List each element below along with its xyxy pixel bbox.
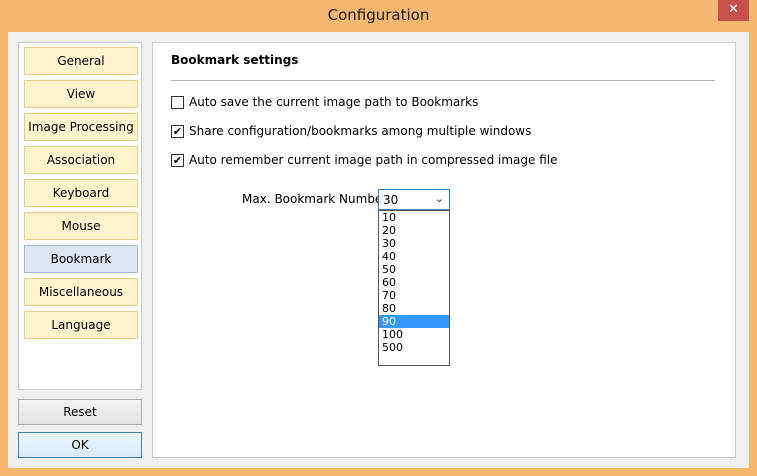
auto-save-checkbox[interactable] xyxy=(171,95,184,109)
dropdown-option[interactable]: 500 xyxy=(379,341,449,354)
nav-item-keyboard[interactable]: Keyboard xyxy=(24,179,138,207)
option-share-config-row[interactable]: ✔ Share configuration/bookmarks among mu… xyxy=(171,123,531,139)
nav-item-miscellaneous[interactable]: Miscellaneous xyxy=(24,278,138,306)
bookmark-settings-panel: Bookmark settings Auto save the current … xyxy=(152,42,736,458)
dropdown-option[interactable]: 70 xyxy=(379,289,449,302)
auto-save-label: Auto save the current image path to Book… xyxy=(189,95,479,109)
dropdown-option[interactable]: 90 xyxy=(379,315,449,328)
nav-item-language[interactable]: Language xyxy=(24,311,138,339)
nav-item-view[interactable]: View xyxy=(24,80,138,108)
chevron-down-icon[interactable]: ⌄ xyxy=(435,192,444,205)
auto-remember-checkbox[interactable]: ✔ xyxy=(171,153,184,167)
max-bookmark-value: 30 xyxy=(383,193,399,207)
option-auto-remember-row[interactable]: ✔ Auto remember current image path in co… xyxy=(171,152,557,168)
window-title: Configuration xyxy=(327,6,430,24)
section-title: Bookmark settings xyxy=(171,53,299,67)
dropdown-option[interactable]: 60 xyxy=(379,276,449,289)
dropdown-option[interactable]: 10 xyxy=(379,211,449,224)
nav-item-general[interactable]: General xyxy=(24,47,138,75)
nav-item-bookmark[interactable]: Bookmark xyxy=(24,245,138,273)
nav-item-mouse[interactable]: Mouse xyxy=(24,212,138,240)
max-bookmark-label: Max. Bookmark Number: xyxy=(242,192,392,206)
category-nav: General View Image Processing Associatio… xyxy=(18,42,142,390)
dropdown-option[interactable]: 40 xyxy=(379,250,449,263)
dropdown-option[interactable]: 80 xyxy=(379,302,449,315)
reset-button[interactable]: Reset xyxy=(18,399,142,425)
dropdown-option[interactable]: 50 xyxy=(379,263,449,276)
client-area: General View Image Processing Associatio… xyxy=(8,32,749,468)
ok-button[interactable]: OK xyxy=(18,432,142,458)
max-bookmark-dropdown[interactable]: 10 20 30 40 50 60 70 80 90 100 500 xyxy=(378,210,450,366)
option-auto-save-row[interactable]: Auto save the current image path to Book… xyxy=(171,94,478,110)
nav-item-association[interactable]: Association xyxy=(24,146,138,174)
configuration-window: Configuration ✕ General View Image Proce… xyxy=(0,0,757,476)
share-config-label: Share configuration/bookmarks among mult… xyxy=(189,124,532,138)
nav-item-image-processing[interactable]: Image Processing xyxy=(24,113,138,141)
title-bar[interactable]: Configuration ✕ xyxy=(0,0,757,32)
separator xyxy=(171,80,715,81)
close-button[interactable]: ✕ xyxy=(718,0,749,21)
max-bookmark-select[interactable]: 30 ⌄ xyxy=(378,189,450,210)
dropdown-option[interactable]: 30 xyxy=(379,237,449,250)
dropdown-option[interactable]: 20 xyxy=(379,224,449,237)
auto-remember-label: Auto remember current image path in comp… xyxy=(189,153,558,167)
share-config-checkbox[interactable]: ✔ xyxy=(171,124,184,138)
dropdown-option[interactable]: 100 xyxy=(379,328,449,341)
